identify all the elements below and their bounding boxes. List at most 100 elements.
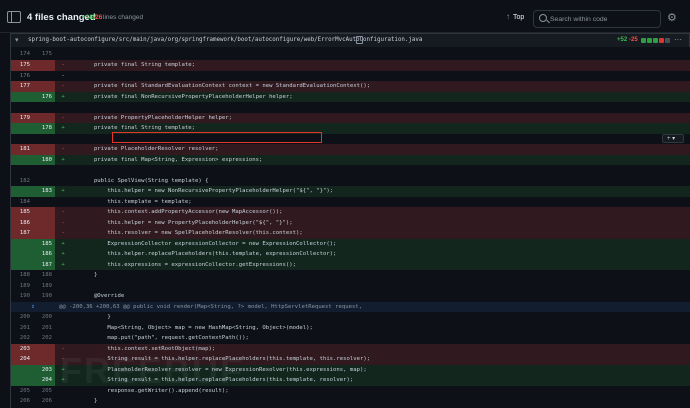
old-line-number[interactable]: 174 [11,49,33,60]
diffstat-block [653,38,658,43]
diff-marker: + [61,125,65,131]
new-line-number[interactable] [33,207,55,218]
new-line-number[interactable]: 203 [33,364,55,375]
new-line-number[interactable] [33,165,55,176]
old-line-number[interactable]: 202 [11,333,33,344]
new-line-number[interactable] [33,217,55,228]
old-line-number[interactable]: 204 [11,354,33,365]
old-line-number[interactable]: 189 [11,281,33,292]
diff-marker: + [61,156,65,163]
new-line-number[interactable] [33,134,55,145]
code-text: private final String template; [67,62,195,68]
diff-line: 176 - [11,70,690,82]
diff-line: 203 - this.context.setRootObject(map); [11,343,690,354]
old-line-number[interactable]: 181 [11,144,33,155]
new-line-number[interactable]: 189 [33,281,55,292]
new-line-number[interactable] [33,102,55,113]
code-text: public SpelView(String template) { [67,177,209,184]
new-line-number[interactable] [33,197,55,208]
old-line-number[interactable] [11,259,33,270]
old-line-number[interactable] [11,165,33,176]
search-icon [539,14,547,22]
new-line-number[interactable]: 187 [33,259,55,270]
old-line-number[interactable] [11,375,33,386]
diffstat-block [665,38,670,43]
diff-line: 200 200 } [11,312,690,323]
new-line-number[interactable] [33,144,55,155]
old-line-number[interactable]: 186 [11,217,33,228]
search-input[interactable] [550,13,658,25]
code-text: ExpressionCollector expressionCollector … [67,240,337,247]
old-line-number[interactable]: 175 [11,60,33,71]
old-line-number[interactable] [11,154,33,165]
copy-icon[interactable] [356,36,363,44]
new-line-number[interactable]: 190 [33,291,55,302]
old-line-number[interactable]: 185 [11,207,33,218]
gear-icon[interactable]: ⚙ [667,13,678,24]
new-line-number[interactable] [33,176,55,187]
new-line-number[interactable]: 183 [33,186,55,197]
old-line-number[interactable]: 203 [11,343,33,354]
old-line-number[interactable]: 190 [11,291,33,302]
highlight-annotation-box [112,132,322,143]
new-line-number[interactable]: 178 [33,123,55,134]
new-line-number[interactable]: 202 [33,333,55,344]
new-line-number[interactable] [33,112,55,123]
file-tree-toggle-icon[interactable] [7,11,21,23]
new-line-number[interactable]: 205 [33,386,55,397]
old-line-number[interactable] [11,123,33,134]
new-line-number[interactable] [33,354,55,365]
new-line-number[interactable]: 204 [33,375,55,386]
old-line-number[interactable]: 188 [11,270,33,281]
old-line-number[interactable]: 184 [11,197,33,208]
old-line-number[interactable]: 179 [11,112,33,123]
diff-line: 182 public SpelView(String template) { [11,175,690,187]
code-text: this.resolver = new SpelPlaceholderResol… [67,230,303,236]
top-button[interactable]: ↑ Top [506,12,524,21]
new-line-number[interactable]: 206 [33,396,55,407]
new-line-number[interactable] [33,60,55,71]
chevron-down-icon[interactable]: ▾ [15,36,19,44]
old-line-number[interactable] [11,186,33,197]
old-line-number[interactable]: 182 [11,176,33,187]
kebab-menu-icon[interactable]: ⋯ [674,35,682,44]
diff-line: 202 202 map.put("path", request.getContex… [11,333,690,344]
old-line-number[interactable] [11,238,33,249]
expand-lines-icon[interactable]: ⇕ [11,302,55,313]
old-line-number[interactable] [11,134,33,145]
new-line-number[interactable]: 175 [33,49,55,60]
new-line-number[interactable]: 201 [33,323,55,334]
new-line-number[interactable]: 180 [33,154,55,165]
code-text: private PropertyPlaceholderHelper helper… [67,114,233,121]
old-line-number[interactable]: 176 [11,71,33,82]
code-text: private final StandardEvaluationContext … [67,83,371,89]
old-line-number[interactable]: 187 [11,228,33,239]
diff-line: 179 - private PropertyPlaceholderHelper h… [11,112,690,123]
new-line-number[interactable] [33,343,55,354]
new-line-number[interactable]: 186 [33,249,55,260]
new-line-number[interactable]: 188 [33,270,55,281]
old-line-number[interactable]: 206 [11,396,33,407]
new-line-number[interactable]: 185 [33,238,55,249]
file-path[interactable]: spring-boot-autoconfigure/src/main/java/… [28,37,422,43]
old-line-number[interactable] [11,364,33,375]
new-line-number[interactable]: 176 [33,91,55,102]
new-line-number[interactable] [33,81,55,92]
diff-marker: - [61,83,65,89]
search-within-code[interactable] [533,10,661,28]
old-line-number[interactable]: 177 [11,81,33,92]
new-line-number[interactable] [33,71,55,82]
add-comment-button[interactable]: + ▾ [662,134,684,143]
old-line-number[interactable] [11,102,33,113]
code-text: private PlaceholderResolver resolver; [67,146,219,152]
hunk-header: ⇕ @@ -200,36 +200,63 @@ public void rende… [11,301,690,313]
lines-changed-label: lines changed [103,14,144,21]
old-line-number[interactable]: 201 [11,323,33,334]
old-line-number[interactable] [11,249,33,260]
old-line-number[interactable]: 200 [11,312,33,323]
new-line-number[interactable] [33,228,55,239]
diff-line: 185 + ExpressionCollector expressionColle… [11,238,690,249]
old-line-number[interactable] [11,91,33,102]
old-line-number[interactable]: 205 [11,386,33,397]
new-line-number[interactable]: 200 [33,312,55,323]
